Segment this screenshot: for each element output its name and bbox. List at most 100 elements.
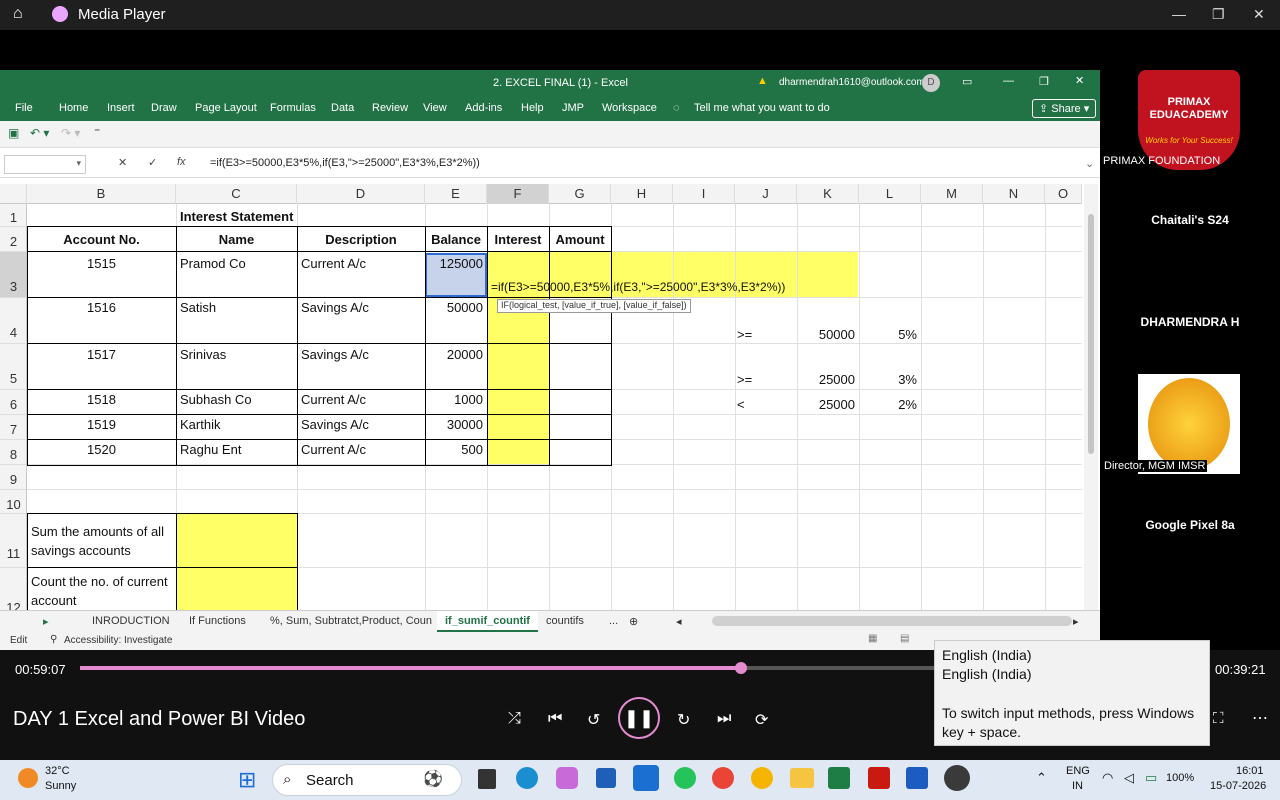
- sheet-tab[interactable]: countifs: [546, 615, 584, 627]
- in-cell-formula[interactable]: =if(E3>=50000,E3*5%,if(E3,">=25000",E3*3…: [487, 278, 858, 296]
- volume-icon[interactable]: ◁: [1124, 770, 1134, 786]
- taskbar-search[interactable]: ⌕ Search ⚽: [272, 764, 462, 796]
- row-9[interactable]: 9: [0, 465, 26, 490]
- cell-description[interactable]: Current A/c: [297, 390, 425, 409]
- store-icon[interactable]: [596, 768, 616, 788]
- tell-me-search[interactable]: Tell me what you want to do: [694, 102, 830, 114]
- sheet-tab-active[interactable]: if_sumif_countif: [437, 611, 538, 632]
- tab-draw[interactable]: Draw: [151, 102, 177, 114]
- sheet-tab[interactable]: INRODUCTION: [92, 615, 170, 627]
- more-options-icon[interactable]: ⋯: [1252, 708, 1268, 728]
- question-count-current[interactable]: Count the no. of current account: [27, 570, 176, 610]
- tab-insert[interactable]: Insert: [107, 102, 135, 114]
- language-option[interactable]: English (India): [942, 647, 1032, 663]
- skip-back-icon[interactable]: ↺: [587, 710, 600, 730]
- accessibility-status[interactable]: Accessibility: Investigate: [64, 635, 172, 646]
- criteria-value[interactable]: 50000: [797, 325, 859, 344]
- cell-account[interactable]: 1516: [27, 298, 176, 317]
- clock-time[interactable]: 16:01: [1236, 765, 1264, 777]
- cell-description[interactable]: Savings A/c: [297, 298, 425, 317]
- close-icon[interactable]: ✕: [1253, 6, 1265, 23]
- repeat-icon[interactable]: ⟳: [755, 710, 768, 730]
- row-7[interactable]: 7: [0, 415, 26, 440]
- vertical-scrollbar[interactable]: [1084, 184, 1098, 610]
- select-all[interactable]: [0, 184, 27, 204]
- acrobat-icon[interactable]: [868, 767, 890, 789]
- whatsapp-icon[interactable]: [674, 767, 696, 789]
- col-l[interactable]: L: [859, 184, 921, 204]
- tab-home[interactable]: Home: [59, 102, 88, 114]
- fullscreen-icon[interactable]: ⛶: [1213, 710, 1224, 727]
- criteria-operator[interactable]: <: [733, 395, 793, 414]
- insert-function-icon[interactable]: fx: [177, 156, 186, 168]
- excel-maximize-icon[interactable]: ❐: [1039, 75, 1049, 88]
- horizontal-scrollbar[interactable]: [712, 616, 1072, 626]
- col-e[interactable]: E: [425, 184, 487, 204]
- cell-name[interactable]: Karthik: [176, 415, 297, 434]
- criteria-percent[interactable]: 3%: [859, 370, 921, 389]
- avatar[interactable]: D: [922, 74, 940, 92]
- cell-description[interactable]: Current A/c: [297, 440, 425, 459]
- col-c[interactable]: C: [176, 184, 297, 204]
- excel-close-icon[interactable]: ✕: [1075, 74, 1084, 87]
- tab-help[interactable]: Help: [521, 102, 544, 114]
- sheet-tab[interactable]: %, Sum, Subtratct,Product, Coun: [270, 615, 432, 627]
- cell-name[interactable]: Subhash Co: [176, 390, 297, 409]
- add-sheet-icon[interactable]: ⊕: [629, 615, 638, 628]
- cell-account[interactable]: 1519: [27, 415, 176, 434]
- participant-name[interactable]: Chaitali's S24: [1100, 213, 1280, 227]
- col-n[interactable]: N: [983, 184, 1045, 204]
- criteria-percent[interactable]: 5%: [859, 325, 921, 344]
- next-sheet-icon[interactable]: ▸: [43, 615, 49, 628]
- participant-name[interactable]: DHARMENDRA H: [1100, 315, 1280, 329]
- enter-icon[interactable]: ✓: [148, 156, 157, 169]
- row-4[interactable]: 4: [0, 298, 26, 344]
- cell-account[interactable]: 1517: [27, 345, 176, 364]
- shuffle-icon[interactable]: ⤮: [508, 710, 521, 728]
- tab-review[interactable]: Review: [372, 102, 408, 114]
- cell-name[interactable]: Raghu Ent: [176, 440, 297, 459]
- chrome-profile-icon[interactable]: [751, 767, 773, 789]
- next-icon[interactable]: ⏭: [717, 710, 731, 728]
- row-2[interactable]: 2: [0, 227, 26, 252]
- sheet-tab[interactable]: If Functions: [189, 615, 246, 627]
- pen-app-icon[interactable]: [633, 765, 659, 791]
- row-11[interactable]: 11: [0, 514, 26, 568]
- row-1[interactable]: 1: [0, 204, 26, 227]
- tab-workspace[interactable]: Workspace: [602, 102, 657, 114]
- language-option[interactable]: English (India): [942, 666, 1032, 682]
- cell-name[interactable]: Satish: [176, 298, 297, 317]
- more-sheets[interactable]: ...: [609, 615, 618, 627]
- criteria-percent[interactable]: 2%: [859, 395, 921, 414]
- cell-balance[interactable]: 125000: [425, 254, 487, 273]
- col-k[interactable]: K: [797, 184, 859, 204]
- chevron-up-icon[interactable]: ⌃: [1036, 770, 1047, 786]
- cell-balance[interactable]: 50000: [425, 298, 487, 317]
- scroll-right-icon[interactable]: ▸: [1073, 615, 1079, 628]
- previous-icon[interactable]: ⏮: [548, 710, 562, 728]
- formula-input[interactable]: =if(E3>=50000,E3*5%,if(E3,">=25000",E3*3…: [210, 157, 480, 169]
- col-d[interactable]: D: [297, 184, 425, 204]
- language-indicator[interactable]: ENG: [1066, 765, 1090, 777]
- cell-description[interactable]: Savings A/c: [297, 345, 425, 364]
- worksheet-grid[interactable]: Interest Statement Account No. Name Desc…: [27, 204, 1082, 610]
- normal-view-icon[interactable]: ▦: [868, 633, 877, 644]
- row-8[interactable]: 8: [0, 440, 26, 465]
- cell-balance[interactable]: 1000: [425, 390, 487, 409]
- cell-account[interactable]: 1520: [27, 440, 176, 459]
- tab-data[interactable]: Data: [331, 102, 354, 114]
- col-i[interactable]: I: [673, 184, 735, 204]
- participant-name[interactable]: Google Pixel 8a: [1100, 518, 1280, 532]
- col-b[interactable]: B: [27, 184, 176, 204]
- clock-date[interactable]: 15-07-2026: [1210, 780, 1266, 792]
- excel-icon[interactable]: [828, 767, 850, 789]
- share-button[interactable]: ⇪ Share ▾: [1032, 99, 1097, 118]
- criteria-value[interactable]: 25000: [797, 370, 859, 389]
- cancel-icon[interactable]: ✕: [118, 156, 127, 169]
- edge-icon[interactable]: [516, 767, 538, 789]
- col-m[interactable]: M: [921, 184, 983, 204]
- skip-forward-icon[interactable]: ↻: [677, 710, 690, 730]
- seek-handle[interactable]: [735, 662, 748, 674]
- row-6[interactable]: 6: [0, 390, 26, 415]
- task-view-icon[interactable]: [478, 769, 496, 789]
